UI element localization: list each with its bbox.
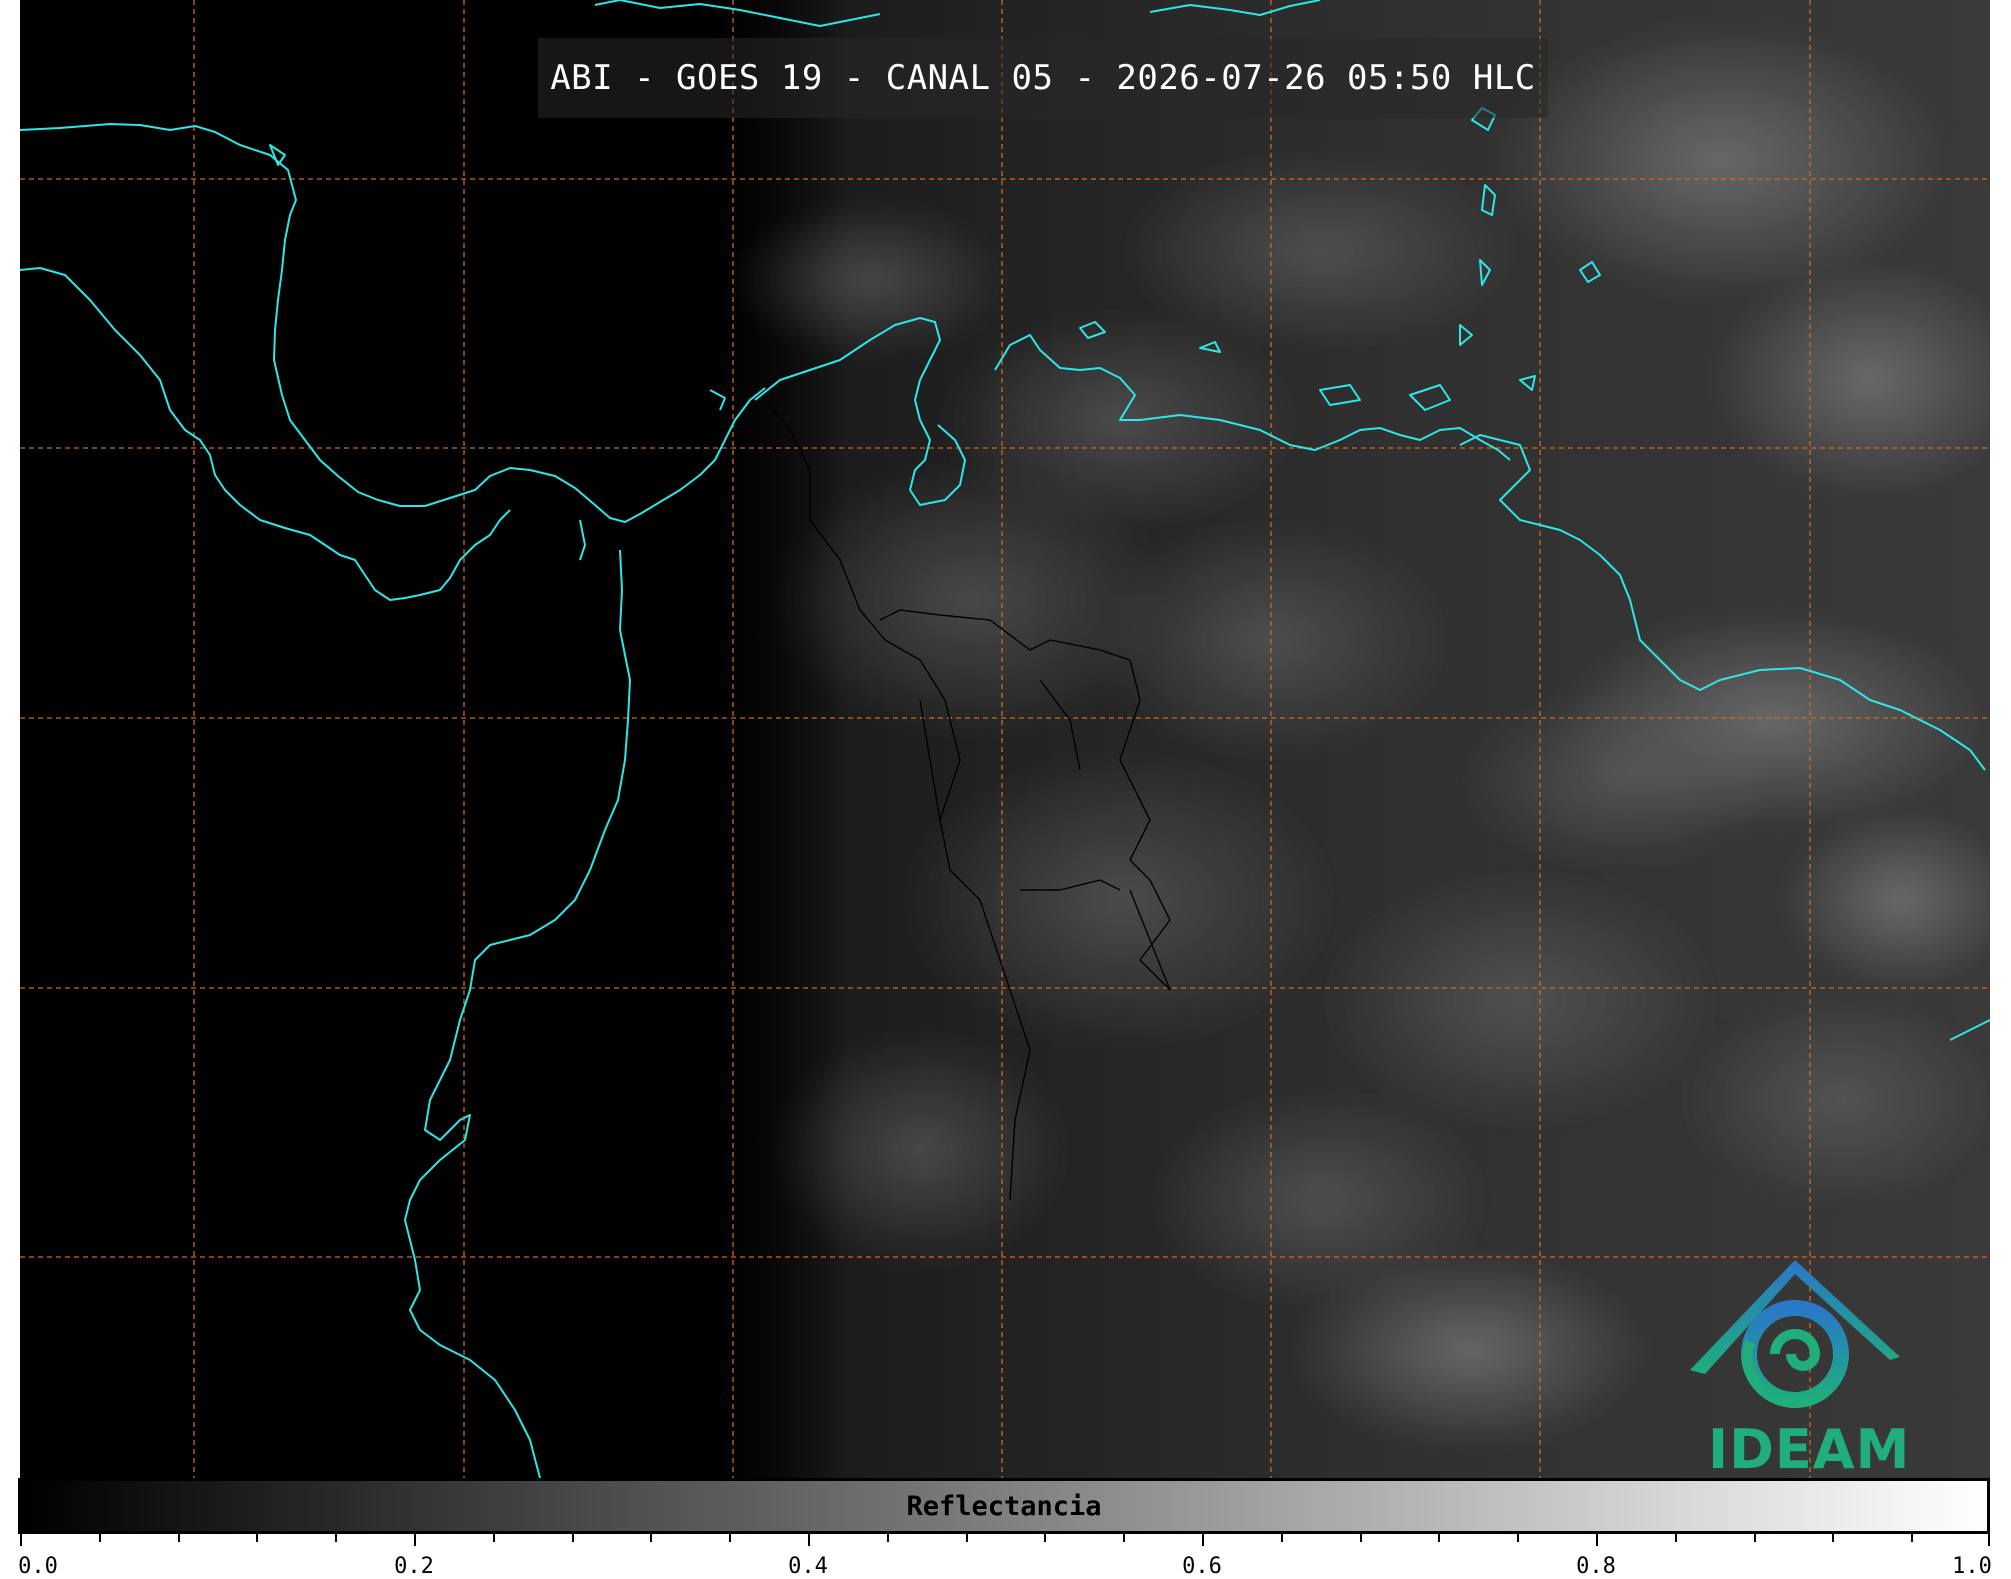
colorbar-tick-label: 0.6 bbox=[1182, 1554, 1222, 1579]
colorbar-minor-tick bbox=[1911, 1534, 1914, 1542]
colorbar-major-tick bbox=[1202, 1534, 1204, 1546]
colorbar-minor-tick bbox=[177, 1534, 180, 1542]
colorbar-minor-tick bbox=[1123, 1534, 1126, 1542]
colorbar-minor-tick bbox=[886, 1534, 889, 1542]
colorbar-label: Reflectancia bbox=[906, 1491, 1102, 1522]
colorbar-minor-tick bbox=[1832, 1534, 1835, 1542]
colorbar-tick-label: 0.0 bbox=[18, 1554, 58, 1579]
colorbar-minor-tick bbox=[1517, 1534, 1520, 1542]
colorbar-major-tick bbox=[808, 1534, 810, 1546]
ideam-logo-text: IDEAM bbox=[1708, 1418, 1911, 1478]
colorbar-minor-tick bbox=[1438, 1534, 1441, 1542]
colorbar-minor-tick bbox=[335, 1534, 338, 1542]
colorbar-tick-label: 0.2 bbox=[394, 1554, 434, 1579]
colorbar-minor-tick bbox=[1674, 1534, 1677, 1542]
colorbar-minor-tick bbox=[1359, 1534, 1362, 1542]
colorbar-minor-tick bbox=[1044, 1534, 1047, 1542]
colorbar-ticks: 0.0 0.2 0.4 0.6 0.8 1.0 bbox=[18, 1534, 1992, 1579]
title-box: ABI - GOES 19 - CANAL 05 - 2026-07-26 05… bbox=[538, 38, 1548, 118]
map-title: ABI - GOES 19 - CANAL 05 - 2026-07-26 05… bbox=[550, 58, 1536, 98]
colorbar-minor-tick bbox=[571, 1534, 574, 1542]
satellite-map: ABI - GOES 19 - CANAL 05 - 2026-07-26 05… bbox=[20, 0, 1990, 1478]
colorbar-minor-tick bbox=[1280, 1534, 1283, 1542]
colorbar-tick-label: 1.0 bbox=[1952, 1554, 1992, 1579]
colorbar-major-tick bbox=[414, 1534, 416, 1546]
colorbar-major-tick bbox=[20, 1534, 22, 1546]
colorbar-minor-tick bbox=[650, 1534, 653, 1542]
colorbar-minor-tick bbox=[729, 1534, 732, 1542]
colorbar-major-tick bbox=[1988, 1534, 1990, 1546]
colorbar-major-tick bbox=[1596, 1534, 1598, 1546]
colorbar-minor-tick bbox=[1753, 1534, 1756, 1542]
colorbar-tick-label: 0.8 bbox=[1576, 1554, 1616, 1579]
colorbar-minor-tick bbox=[492, 1534, 495, 1542]
colorbar-minor-tick bbox=[98, 1534, 101, 1542]
reflectance-colorbar: Reflectancia bbox=[18, 1478, 1990, 1534]
colorbar-tick-label: 0.4 bbox=[788, 1554, 828, 1579]
colorbar-minor-tick bbox=[256, 1534, 259, 1542]
colorbar-minor-tick bbox=[965, 1534, 968, 1542]
